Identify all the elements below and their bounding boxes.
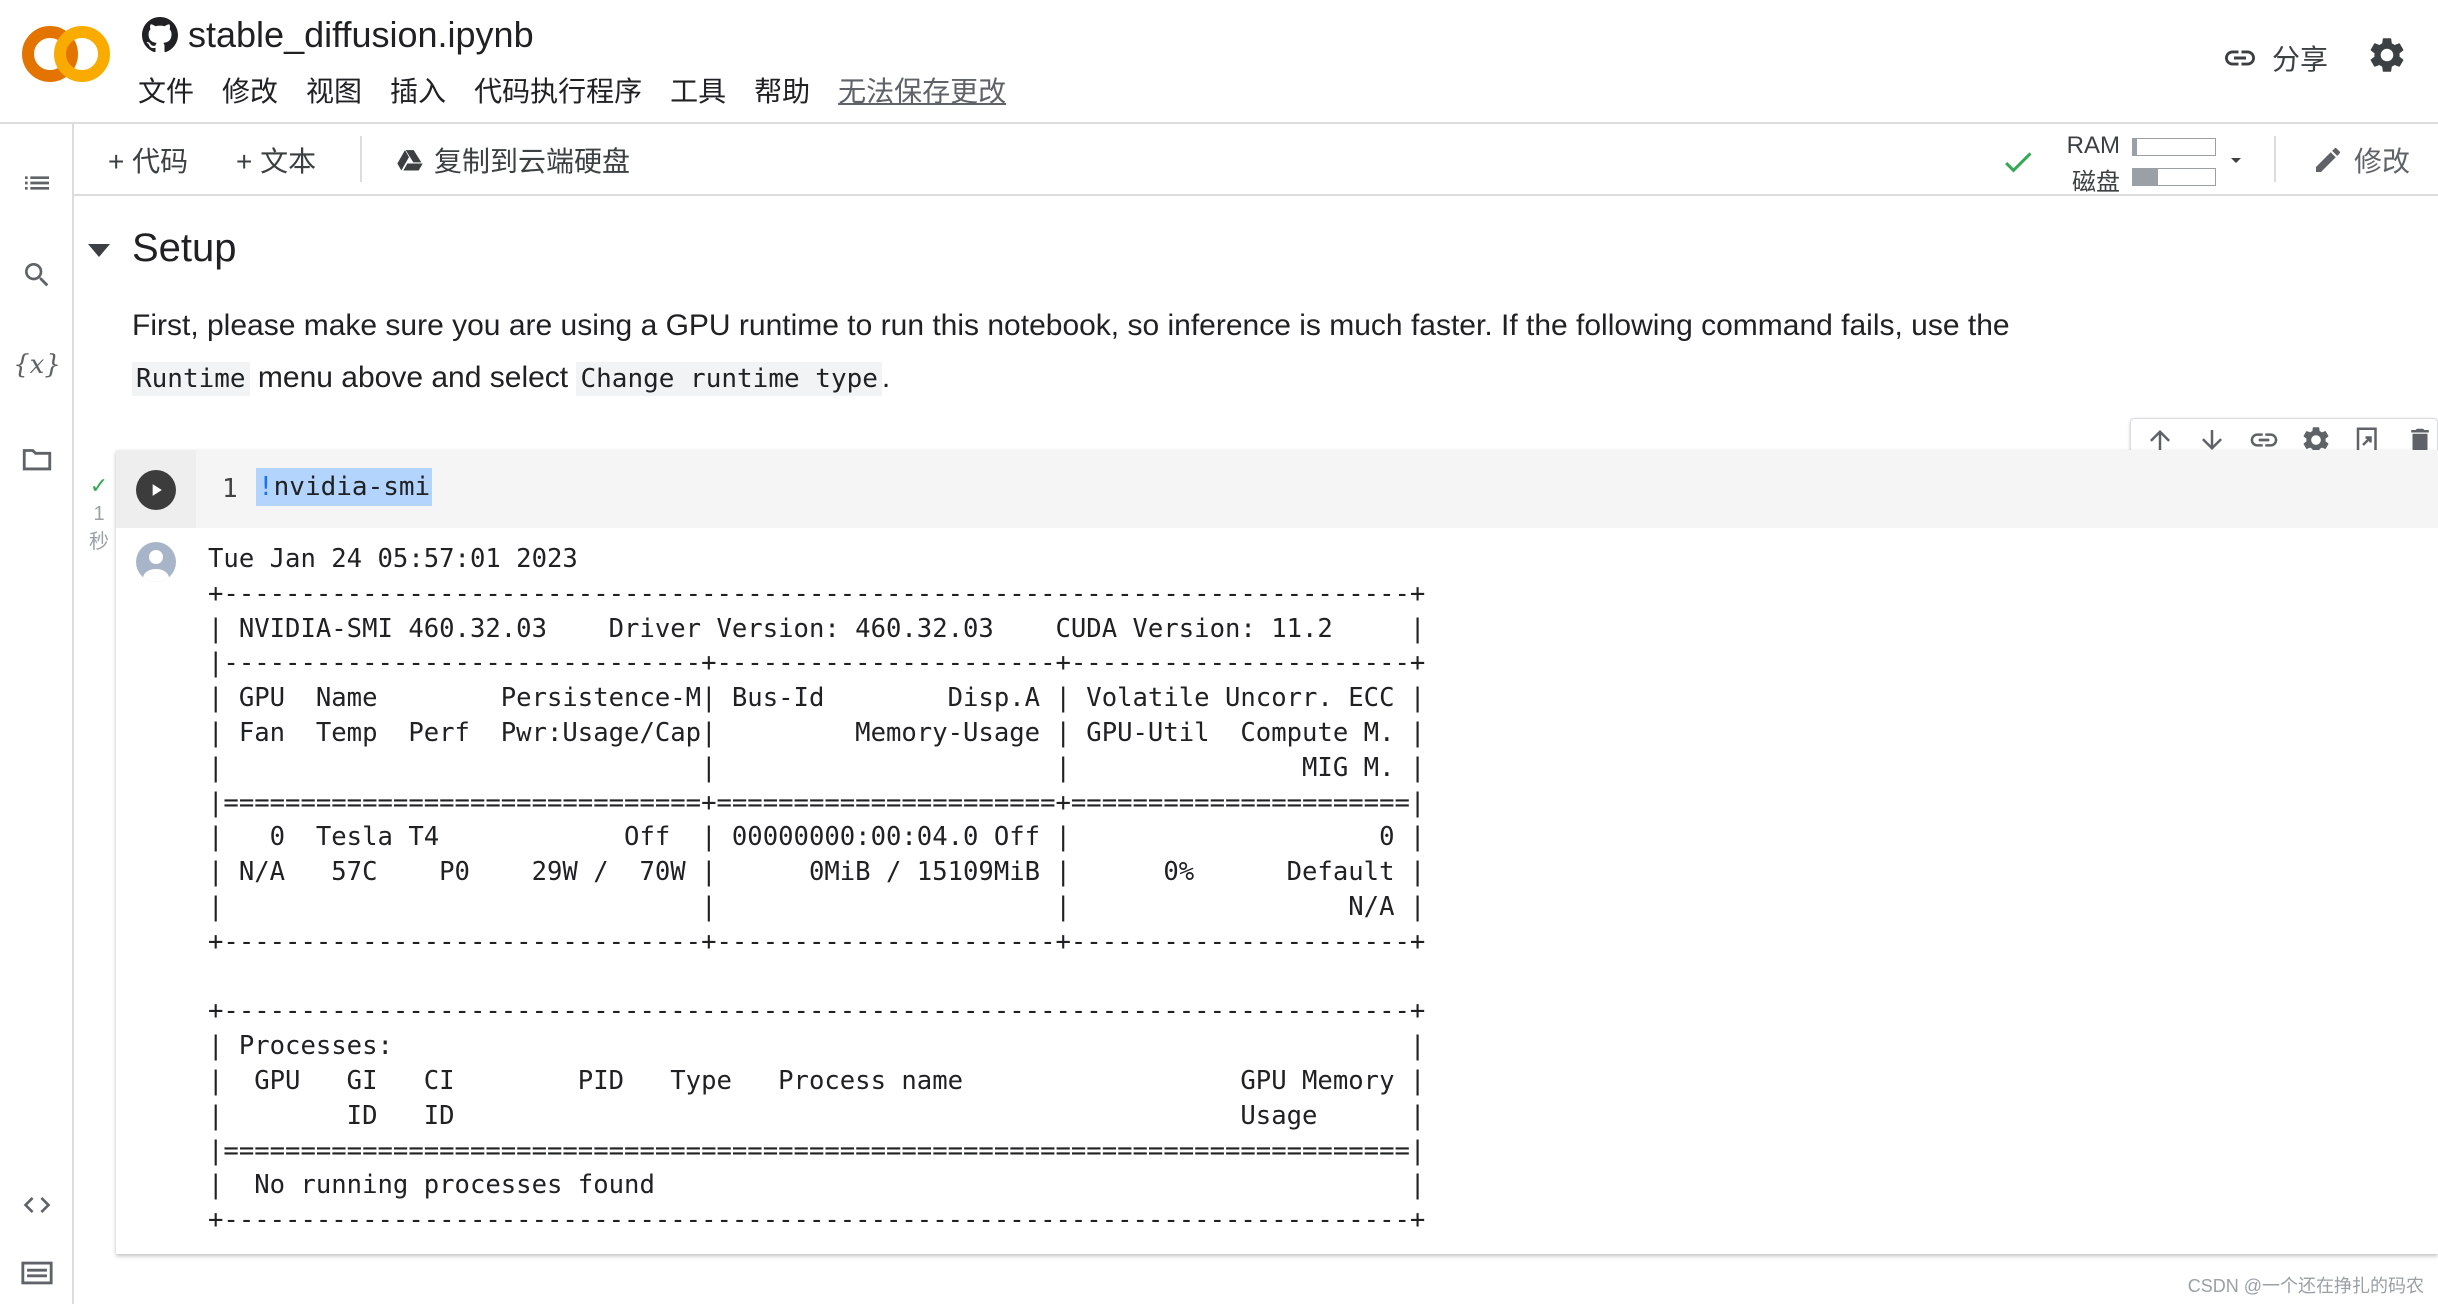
run-gutter <box>116 450 196 528</box>
add-text-button[interactable]: + 文本 <box>236 140 316 180</box>
share-label: 分享 <box>2271 44 2328 75</box>
edit-label: 修改 <box>2354 146 2411 177</box>
toc-icon[interactable] <box>18 164 56 202</box>
left-sidebar: {x} <box>0 124 74 1304</box>
code-line[interactable]: !nvidia-smi <box>256 468 433 506</box>
app-header: stable_diffusion.ipynb 文件 修改 视图 插入 代码执行程… <box>0 0 2438 124</box>
toolbar-divider <box>360 136 362 182</box>
code-editor[interactable]: 1 !nvidia-smi <box>116 450 2438 528</box>
folder-icon[interactable] <box>18 440 56 478</box>
para-text-1: First, please make sure you are using a … <box>132 309 2010 342</box>
run-cell-button[interactable] <box>136 470 176 510</box>
execution-info: ✓ 1 秒 <box>82 472 116 556</box>
menu-insert[interactable]: 插入 <box>390 70 446 110</box>
exec-time-unit: 秒 <box>89 531 109 553</box>
line-number: 1 <box>222 474 238 504</box>
copy-to-drive-button[interactable]: 复制到云端硬盘 <box>396 140 630 180</box>
disk-label: 磁盘 <box>2072 169 2120 196</box>
watermark: CSDN @一个还在挣扎的码农 <box>2187 1276 2424 1296</box>
search-icon[interactable] <box>18 256 56 294</box>
github-icon <box>142 17 178 53</box>
toolbar-divider-2 <box>2274 136 2276 182</box>
pencil-icon <box>2316 147 2341 172</box>
ram-label: RAM <box>2066 132 2120 159</box>
output-avatar-icon[interactable] <box>136 542 176 582</box>
copy-to-drive-label: 复制到云端硬盘 <box>434 146 631 177</box>
resource-dropdown-icon[interactable] <box>2224 148 2248 172</box>
para-text-3: . <box>881 361 891 394</box>
code-command: nvidia-smi <box>273 472 431 502</box>
menu-help[interactable]: 帮助 <box>754 70 810 110</box>
drive-icon <box>397 150 423 171</box>
code-bang: ! <box>258 472 274 502</box>
share-button[interactable]: 分享 <box>2222 38 2328 78</box>
disk-bar-fill <box>2133 169 2158 185</box>
menu-file[interactable]: 文件 <box>138 70 194 110</box>
notebook-toolbar: + 代码 + 文本 复制到云端硬盘 RAM 磁盘 修改 <box>74 124 2438 196</box>
collapse-section-caret-icon[interactable] <box>88 244 110 257</box>
variables-icon[interactable]: {x} <box>13 346 61 384</box>
menu-tools[interactable]: 工具 <box>670 70 726 110</box>
ram-bar-fill <box>2133 139 2138 155</box>
para-text-2: menu above and select <box>257 361 569 394</box>
menu-runtime[interactable]: 代码执行程序 <box>474 70 642 110</box>
cell-output: Tue Jan 24 05:57:01 2023 +--------------… <box>208 544 1426 1236</box>
colab-logo[interactable] <box>20 22 112 86</box>
code-cell: 1 !nvidia-smi Tue Jan 24 05:57:01 2023 +… <box>116 450 2438 1254</box>
unsaved-changes-link[interactable]: 无法保存更改 <box>838 70 1006 110</box>
settings-gear-icon[interactable] <box>2366 34 2408 76</box>
section-heading: Setup <box>132 226 237 270</box>
code-snippets-icon[interactable] <box>18 1186 56 1224</box>
add-code-button[interactable]: + 代码 <box>108 140 188 180</box>
edit-button[interactable]: 修改 <box>2312 140 2410 180</box>
exec-check-icon: ✓ <box>89 473 109 498</box>
menu-view[interactable]: 视图 <box>306 70 362 110</box>
menu-edit[interactable]: 修改 <box>222 70 278 110</box>
connected-check-icon <box>2005 152 2032 173</box>
disk-bar <box>2132 168 2216 186</box>
terminal-icon[interactable] <box>18 1254 56 1292</box>
play-icon <box>152 484 162 496</box>
link-icon <box>2224 50 2255 66</box>
notebook-main: Setup First, please make sure you are us… <box>74 196 2438 1304</box>
ram-bar <box>2132 138 2216 156</box>
inline-code-runtime: Runtime <box>132 362 250 396</box>
notebook-title[interactable]: stable_diffusion.ipynb <box>188 14 534 56</box>
title-row: stable_diffusion.ipynb <box>142 10 534 60</box>
setup-paragraph: First, please make sure you are using a … <box>132 300 2372 405</box>
menu-bar: 文件 修改 视图 插入 代码执行程序 工具 帮助 无法保存更改 <box>138 70 1034 110</box>
inline-code-change-runtime: Change runtime type <box>576 362 882 396</box>
exec-count: 1 <box>93 503 105 525</box>
